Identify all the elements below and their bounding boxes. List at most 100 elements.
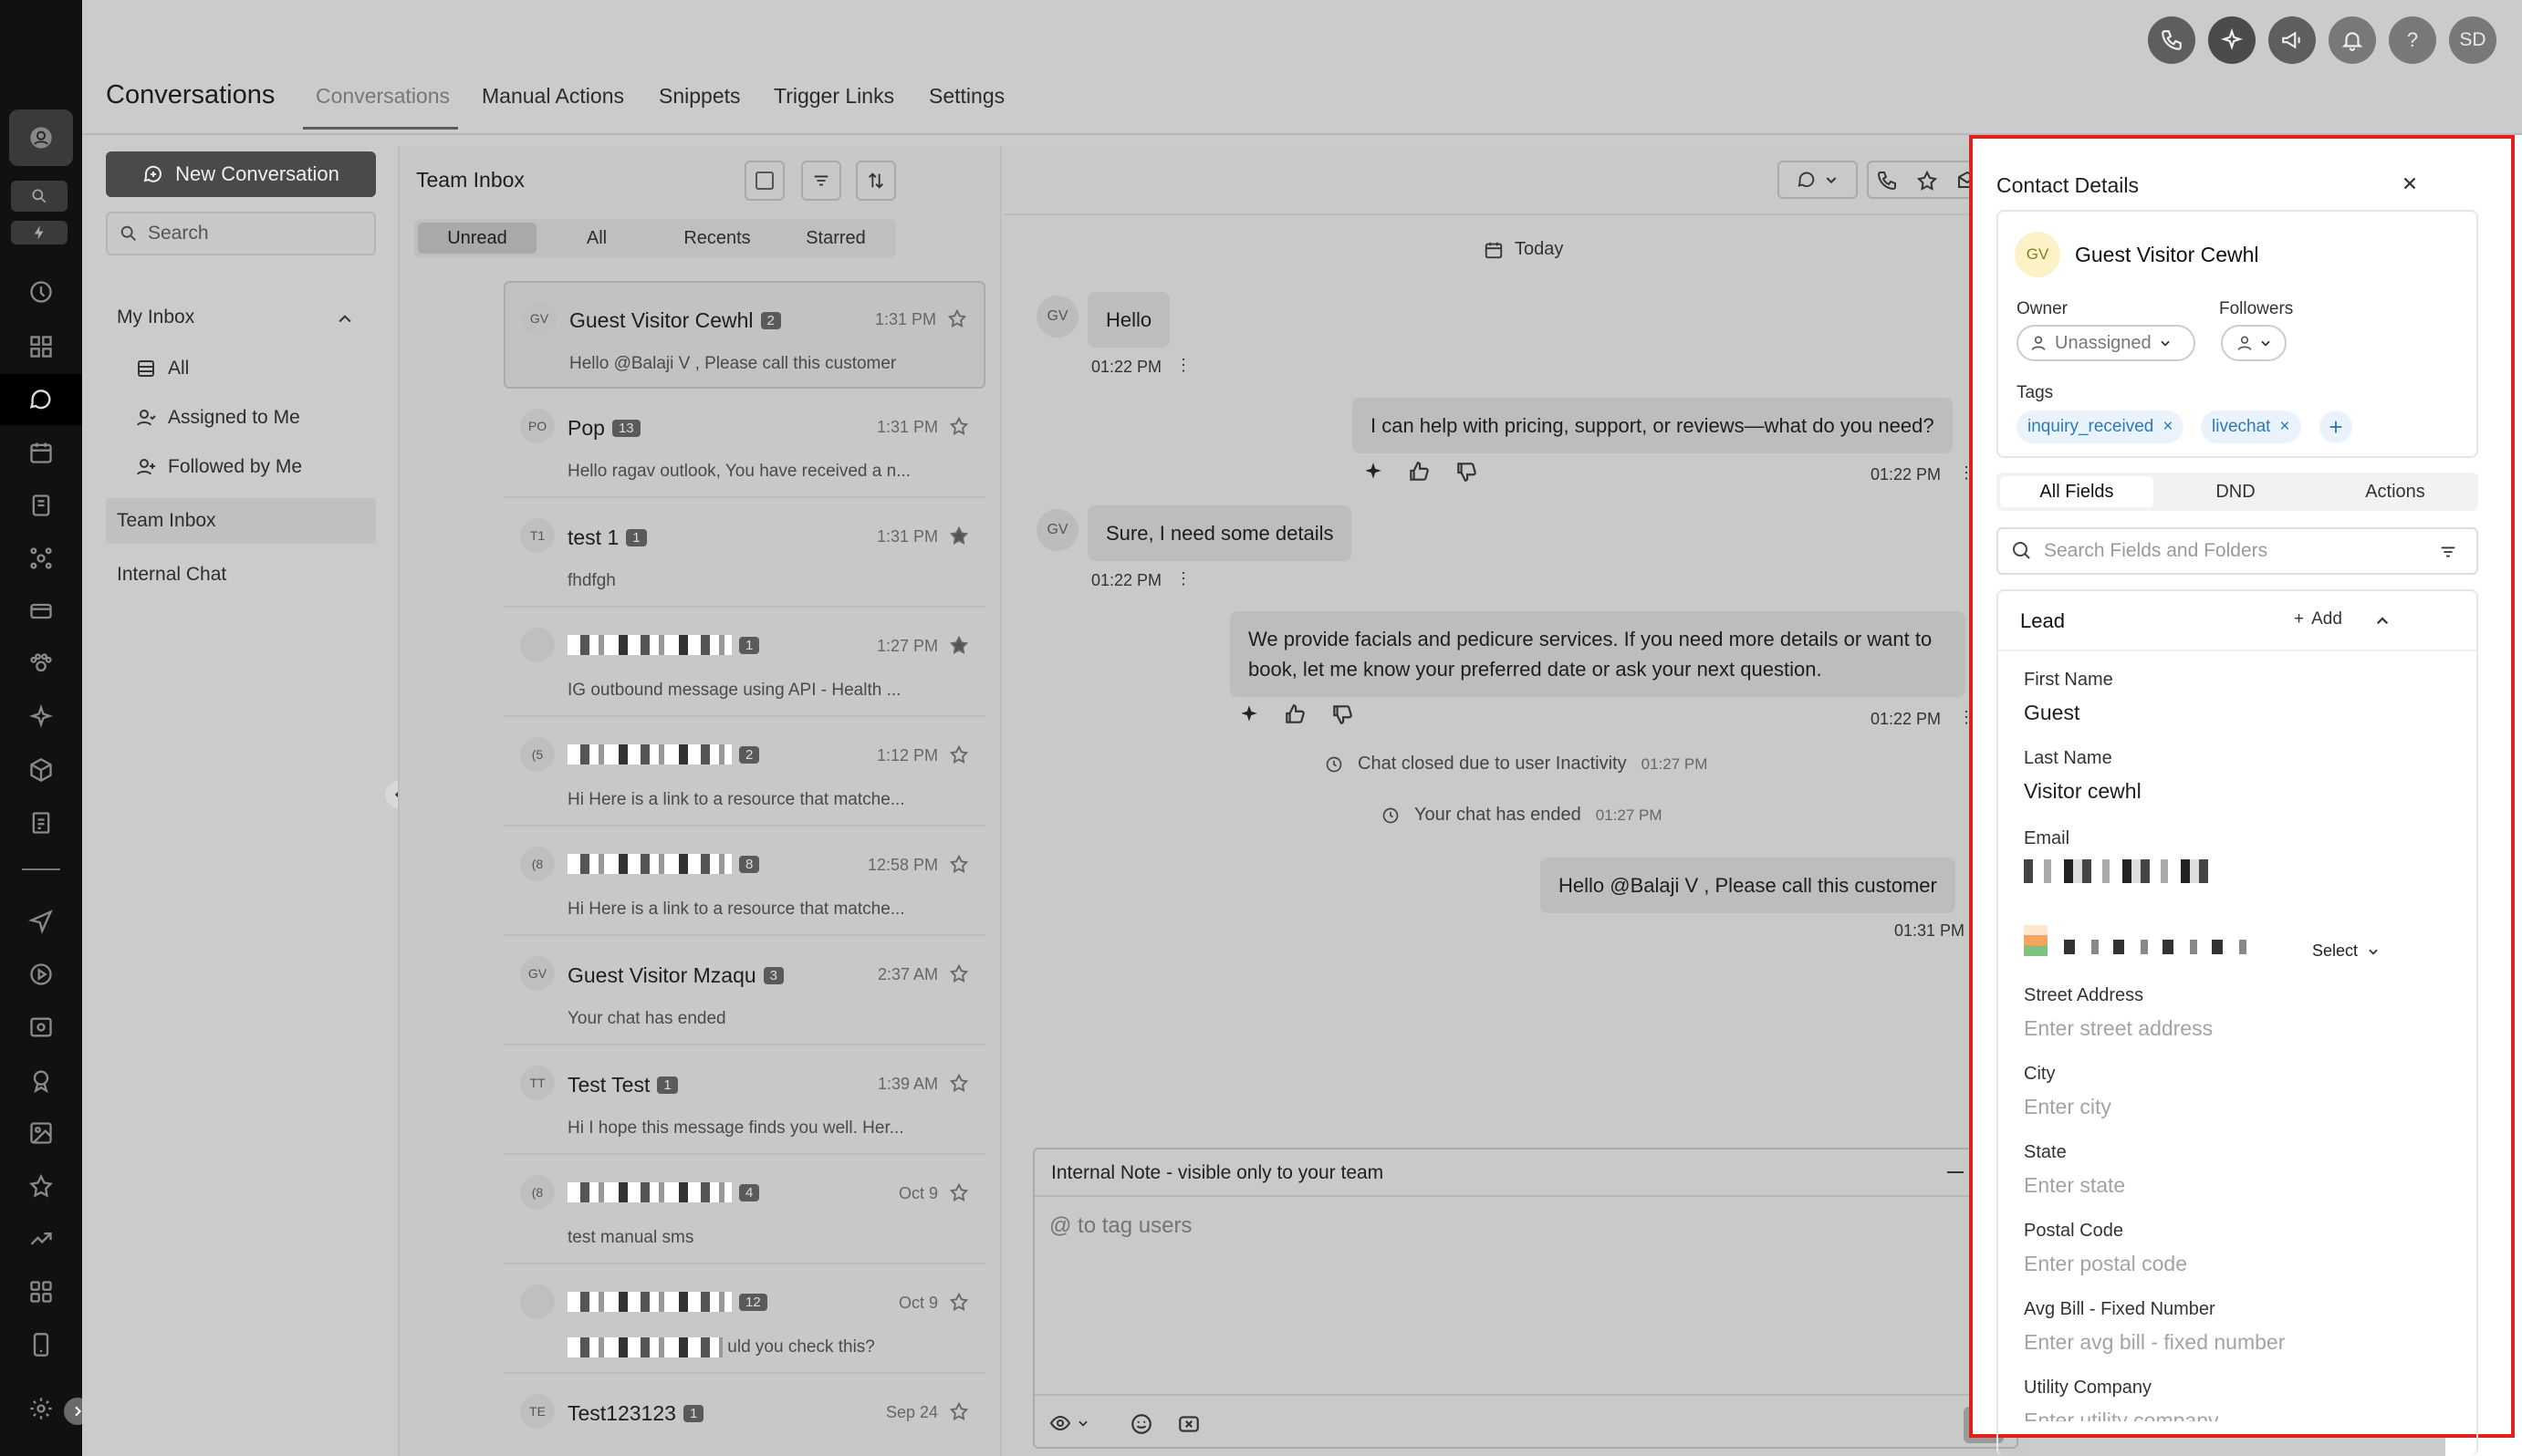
star-icon[interactable]: [949, 963, 969, 983]
send-icon[interactable]: [23, 903, 59, 940]
tab-conversations[interactable]: Conversations: [316, 84, 450, 109]
sidebar-item-internal-chat[interactable]: Internal Chat: [117, 564, 226, 586]
star-icon[interactable]: [949, 1182, 969, 1202]
filter-all[interactable]: All: [538, 223, 655, 254]
conversation-row[interactable]: GV Guest Visitor Mzaqu 3 2:37 AM Your chat h…: [504, 938, 985, 1045]
contacts-book-icon[interactable]: [23, 487, 59, 524]
my-inbox-toggle[interactable]: My Inbox: [117, 307, 194, 328]
filter-starred[interactable]: Starred: [777, 223, 894, 254]
chevron-up-icon[interactable]: [2374, 613, 2391, 629]
tab-settings[interactable]: Settings: [929, 84, 1005, 109]
conversation-row[interactable]: T1 test 1 1 1:31 PM fhdfgh: [504, 500, 985, 608]
settings-gear-icon[interactable]: [23, 1390, 59, 1427]
star-outline-icon[interactable]: [1916, 170, 1938, 192]
close-icon[interactable]: [2400, 173, 2420, 193]
sidebar-item-followed[interactable]: Followed by Me: [135, 456, 302, 478]
star-icon[interactable]: [23, 1168, 59, 1204]
star-icon[interactable]: [949, 416, 969, 436]
ai-sparkle-icon[interactable]: [1361, 460, 1385, 484]
thumbs-up-icon[interactable]: [1407, 460, 1431, 484]
clear-icon[interactable]: [1177, 1412, 1201, 1436]
filter-unread[interactable]: Unread: [418, 223, 537, 254]
payments-icon[interactable]: [23, 593, 59, 629]
chevron-up-icon[interactable]: [336, 310, 354, 328]
media-icon[interactable]: [23, 1009, 59, 1045]
star-icon[interactable]: [949, 1401, 969, 1421]
dashboard-icon[interactable]: [23, 328, 59, 365]
reputation-icon[interactable]: [23, 1062, 59, 1098]
sites-icon[interactable]: [23, 805, 59, 841]
field-input-state[interactable]: Enter state: [2024, 1173, 2125, 1198]
image-icon[interactable]: [23, 1115, 59, 1151]
tab-actions[interactable]: Actions: [2318, 476, 2473, 507]
add-tag-button[interactable]: +: [2319, 411, 2352, 443]
mobile-app-icon[interactable]: [23, 1326, 59, 1363]
tab-trigger-links[interactable]: Trigger Links: [774, 84, 894, 109]
conversation-row[interactable]: 12 Oct 9 uld you check this?: [504, 1266, 985, 1374]
remove-tag-icon[interactable]: ×: [2279, 417, 2289, 437]
marketing-icon[interactable]: [23, 646, 59, 682]
field-input-postal-code[interactable]: Enter postal code: [2024, 1252, 2187, 1276]
rail-search-button[interactable]: [11, 181, 68, 212]
play-circle-icon[interactable]: [23, 956, 59, 993]
conversation-row[interactable]: (5 2 1:12 PM Hi Here is a link to a resourc…: [504, 719, 985, 827]
filter-recents[interactable]: Recents: [659, 223, 776, 254]
tag-chip[interactable]: livechat ×: [2201, 411, 2301, 443]
filter-icon[interactable]: [2438, 542, 2458, 562]
star-icon[interactable]: [947, 308, 967, 328]
star-icon[interactable]: [949, 1073, 969, 1093]
star-icon[interactable]: [949, 854, 969, 874]
owner-dropdown[interactable]: Unassigned: [2017, 325, 2195, 361]
call-icon[interactable]: [1876, 170, 1898, 192]
remove-tag-icon[interactable]: ×: [2162, 417, 2173, 437]
phone-button[interactable]: [2148, 16, 2195, 64]
tab-snippets[interactable]: Snippets: [659, 84, 741, 109]
filter-button[interactable]: [801, 161, 841, 201]
conversation-row[interactable]: (8 8 12:58 PM Hi Here is a link to a resour…: [504, 828, 985, 936]
ai-button[interactable]: [2208, 16, 2256, 64]
app-marketplace-icon[interactable]: [23, 1274, 59, 1310]
conversation-row[interactable]: TT Test Test 1 1:39 AM Hi I hope this messag…: [504, 1047, 985, 1155]
star-icon[interactable]: [949, 1292, 969, 1312]
help-button[interactable]: ?: [2389, 16, 2436, 64]
thumbs-down-icon[interactable]: [1330, 702, 1354, 726]
inbox-search-input[interactable]: Search: [106, 212, 376, 255]
emoji-icon[interactable]: [1130, 1412, 1153, 1436]
conversation-row[interactable]: PO Pop 13 1:31 PM Hello ragav outlook, You h…: [504, 390, 985, 498]
cube-icon[interactable]: [23, 752, 59, 788]
sidebar-item-all[interactable]: All: [135, 358, 189, 380]
sidebar-item-assigned[interactable]: Assigned to Me: [135, 407, 300, 429]
opportunities-icon[interactable]: [23, 540, 59, 577]
user-avatar[interactable]: SD: [2449, 16, 2496, 64]
conversation-row[interactable]: (8 4 Oct 9 test manual sms: [504, 1157, 985, 1264]
field-value-first-name[interactable]: Guest: [2024, 701, 2079, 725]
sort-button[interactable]: [856, 161, 896, 201]
reporting-icon[interactable]: [23, 1221, 59, 1257]
star-icon[interactable]: [949, 744, 969, 764]
phone-type-select[interactable]: Select: [2312, 941, 2380, 961]
conversation-row[interactable]: 1 1:27 PM IG outbound message using API - …: [504, 609, 985, 717]
field-input-avg-bill[interactable]: Enter avg bill - fixed number: [2024, 1330, 2285, 1355]
message-more-icon[interactable]: ⋮: [1175, 569, 1192, 588]
field-input-utility-company[interactable]: Enter utility company: [2024, 1409, 2218, 1421]
field-input-city[interactable]: Enter city: [2024, 1095, 2111, 1119]
star-icon[interactable]: [949, 635, 969, 655]
calendar-icon[interactable]: [23, 434, 59, 471]
tab-manual-actions[interactable]: Manual Actions: [482, 84, 624, 109]
chat-bubble-icon[interactable]: [23, 381, 59, 418]
account-switcher[interactable]: [9, 109, 73, 166]
field-value-last-name[interactable]: Visitor cewhl: [2024, 779, 2142, 804]
thumbs-up-icon[interactable]: [1283, 702, 1307, 726]
announcements-button[interactable]: [2268, 16, 2316, 64]
launchpad-icon[interactable]: [23, 274, 59, 310]
chat-status-dropdown[interactable]: [1777, 161, 1858, 199]
ai-sparkle-icon[interactable]: [23, 699, 59, 735]
new-conversation-button[interactable]: New Conversation: [106, 151, 376, 197]
field-input-street-address[interactable]: Enter street address: [2024, 1016, 2213, 1041]
rail-quick-actions-button[interactable]: [11, 221, 68, 244]
thumbs-down-icon[interactable]: [1454, 460, 1478, 484]
tab-dnd[interactable]: DND: [2159, 476, 2312, 507]
minimize-composer-icon[interactable]: [1947, 1171, 1964, 1173]
star-icon[interactable]: [949, 525, 969, 546]
visibility-dropdown[interactable]: [1049, 1412, 1089, 1434]
